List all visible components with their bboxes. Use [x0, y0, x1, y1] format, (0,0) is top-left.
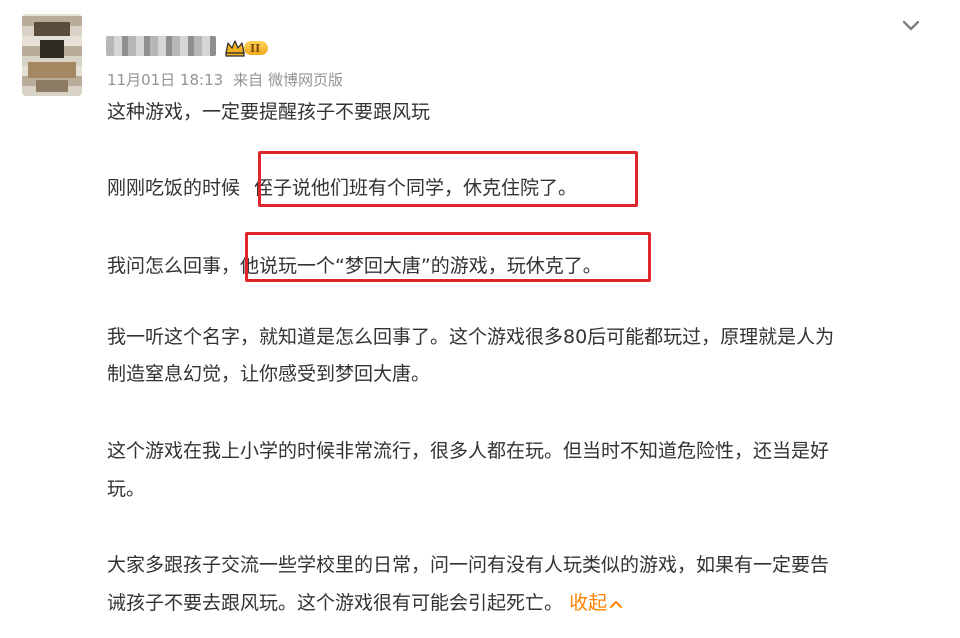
avatar-pixel-block — [28, 62, 76, 78]
chevron-up-icon — [610, 600, 623, 608]
paragraph: 我一听这个名字，就知道是怎么回事了。这个游戏很多80后可能都玩过，原理就是人为 — [107, 326, 835, 348]
highlight-box — [258, 151, 638, 207]
avatar-pixel-block — [34, 22, 70, 36]
avatar-pixel-block — [40, 40, 64, 58]
paragraph-text: 诫孩子不要去跟风玩。这个游戏很有可能会引起死亡。 — [107, 592, 564, 614]
paragraph: 大家多跟孩子交流一些学校里的日常，问一问有没有人玩类似的游戏，如果有一定要告 — [107, 554, 830, 576]
paragraph: 这种游戏，一定要提醒孩子不要跟风玩 — [107, 101, 431, 123]
highlight-box — [245, 232, 651, 282]
paragraph: 诫孩子不要去跟风玩。这个游戏很有可能会引起死亡。 收起 — [107, 588, 623, 618]
paragraph-text: 我问怎么回事， — [107, 255, 241, 277]
collapse-label: 收起 — [569, 592, 608, 614]
paragraph: 这个游戏在我上小学的时候非常流行，很多人都在玩。但当时不知道危险性，还当是好 — [107, 440, 830, 462]
vip-badge[interactable]: II — [224, 38, 269, 58]
paragraph: 玩。 — [107, 478, 146, 500]
post-meta: 11月01日 18:13 来自 微博网页版 — [107, 69, 343, 90]
chevron-down-icon[interactable] — [900, 14, 922, 36]
paragraph-text: 刚刚吃饭的时候 — [107, 177, 241, 199]
collapse-link[interactable]: 收起 — [569, 592, 623, 614]
username-blurred[interactable] — [106, 36, 216, 56]
avatar[interactable] — [22, 14, 82, 96]
level-badge: II — [244, 41, 269, 55]
avatar-pixel-block — [36, 80, 68, 92]
crown-icon — [225, 40, 245, 57]
timestamp[interactable]: 11月01日 18:13 — [107, 69, 223, 90]
post-source: 来自 微博网页版 — [233, 71, 343, 89]
paragraph: 制造窒息幻觉，让你感受到梦回大唐。 — [107, 363, 431, 385]
